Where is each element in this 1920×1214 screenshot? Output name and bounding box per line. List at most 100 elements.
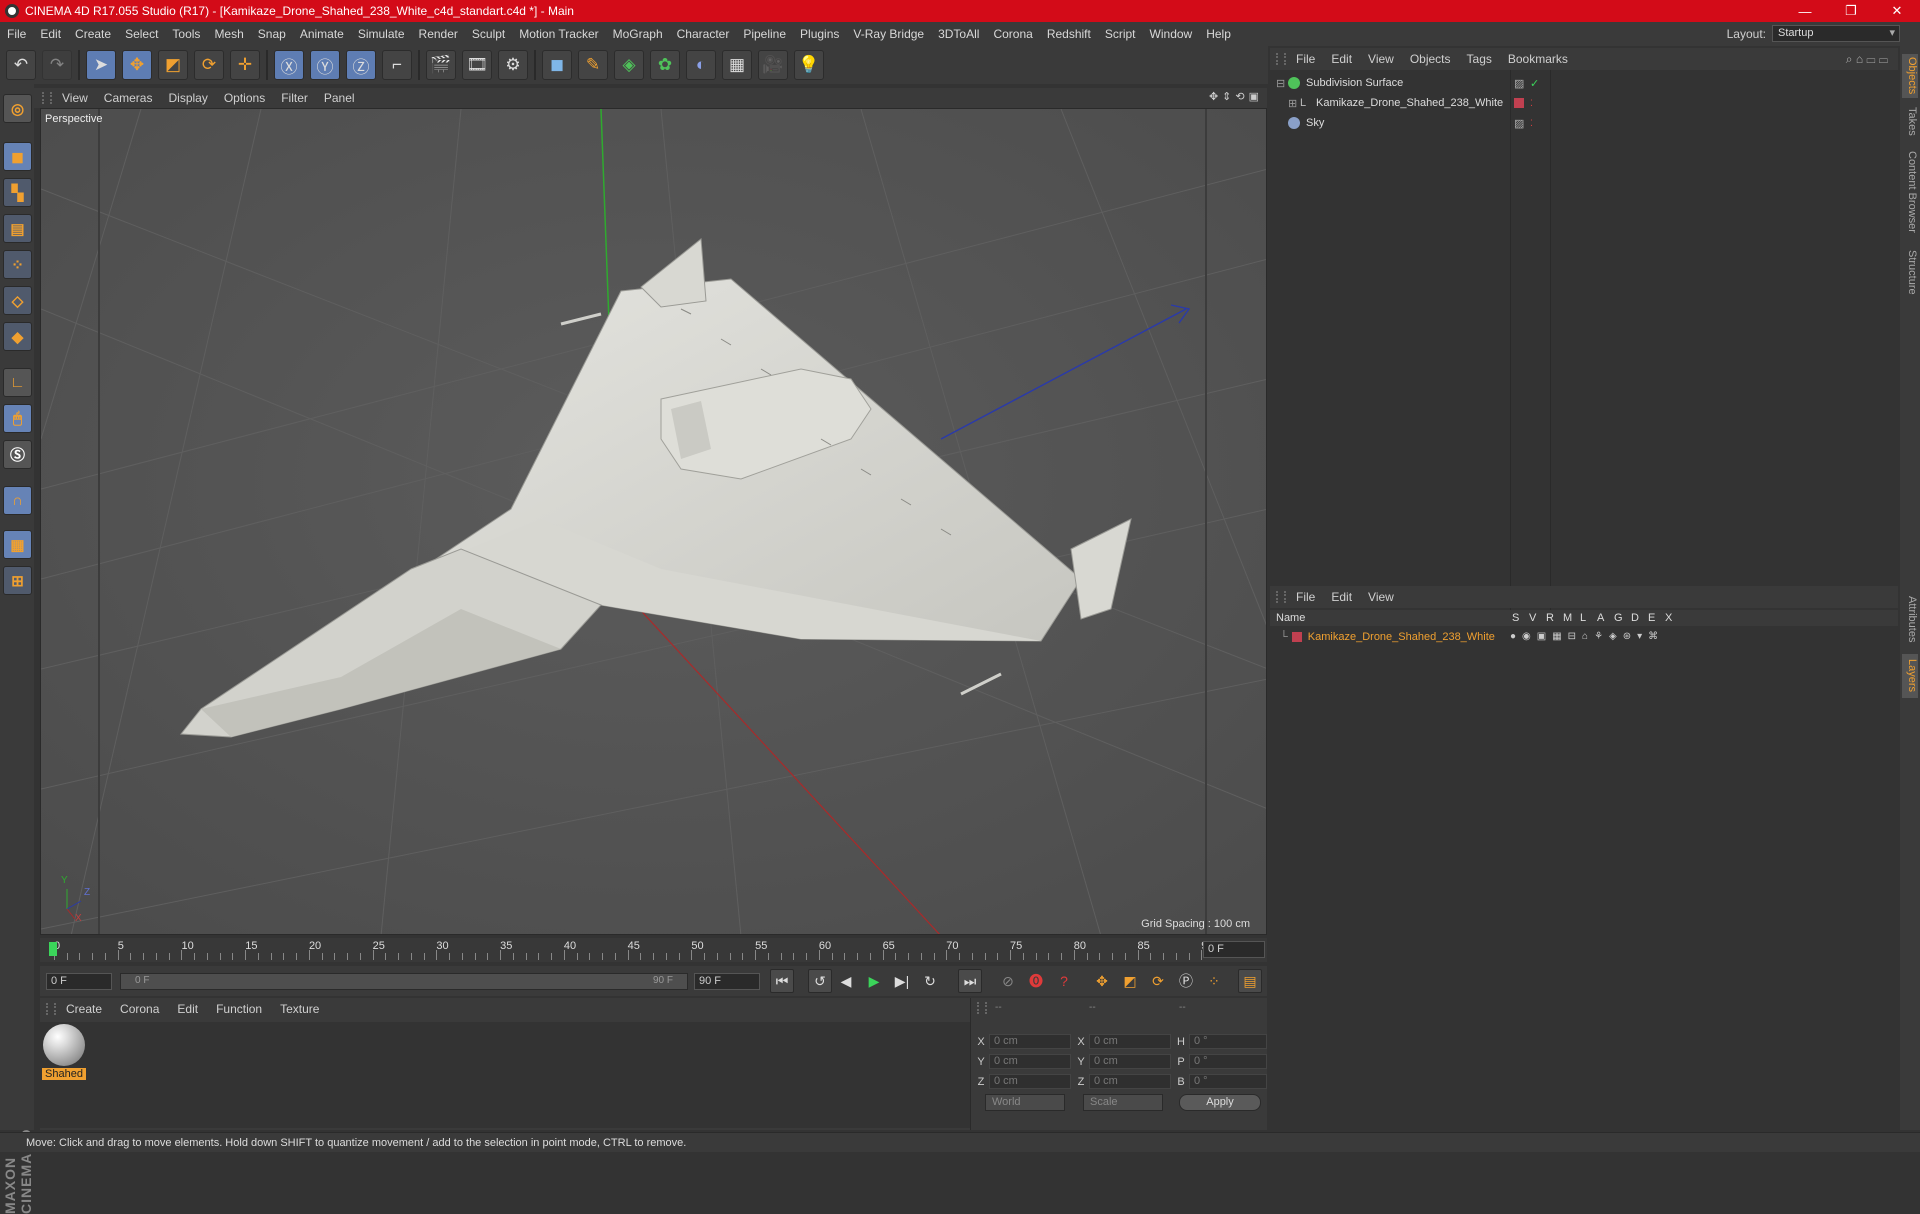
layer-menu-file[interactable]: File	[1296, 590, 1315, 604]
subdivision-icon[interactable]: ◈	[614, 50, 644, 80]
render-settings-icon[interactable]: ⚙	[498, 50, 528, 80]
go-to-start-icon[interactable]: ⏮	[770, 969, 794, 993]
floor-icon[interactable]: ▦	[722, 50, 752, 80]
coordinate-system-icon[interactable]: ⌐	[382, 50, 412, 80]
tab-objects[interactable]: Objects	[1902, 54, 1918, 98]
move-icon[interactable]: ✥	[122, 50, 152, 80]
tab-takes[interactable]: Takes	[1902, 104, 1918, 138]
object-manager-search-icon[interactable]: ⌕ ⌂ ▭ ▭	[1846, 52, 1888, 67]
rotation-p-field[interactable]: 0 °	[1189, 1054, 1267, 1069]
layer-col-view[interactable]: V	[1529, 612, 1536, 624]
tab-structure[interactable]: Structure	[1902, 244, 1918, 300]
rotation-h-field[interactable]: 0 °	[1189, 1034, 1267, 1049]
obj-menu-edit[interactable]: Edit	[1331, 52, 1352, 66]
menu-render[interactable]: Render	[412, 27, 465, 41]
layer-col-solo[interactable]: S	[1512, 612, 1519, 624]
menu-help[interactable]: Help	[1199, 27, 1238, 41]
viewport-menu-filter[interactable]: Filter	[281, 91, 318, 105]
start-frame-field[interactable]: 0 F	[46, 973, 112, 990]
texture-mode-icon[interactable]: ▚	[3, 178, 32, 207]
menu-edit[interactable]: Edit	[33, 27, 68, 41]
record-keys-icon[interactable]: ⊘	[996, 969, 1020, 993]
perspective-viewport[interactable]: Perspective Y Z X Grid Spacing : 100 cm	[40, 108, 1267, 935]
menu-motion-tracker[interactable]: Motion Tracker	[512, 27, 605, 41]
object-row[interactable]: ⊞ L Kamikaze_Drone_Shahed_238_White ⁚	[1270, 94, 1898, 112]
layer-flag-icons[interactable]: ●◉▣▦⊟⌂⚘◈⊛▾⌘	[1510, 631, 1664, 642]
layer-name[interactable]: Kamikaze_Drone_Shahed_238_White	[1308, 631, 1495, 643]
dolly-icon[interactable]: ⇕	[1222, 90, 1231, 103]
restore-button[interactable]: ❐	[1828, 0, 1874, 22]
end-frame-field[interactable]: 90 F	[694, 973, 760, 990]
render-picture-viewer-icon[interactable]: 🎞	[462, 50, 492, 80]
layer-col-generators[interactable]: G	[1614, 612, 1623, 624]
undo-icon[interactable]: ↶	[6, 50, 36, 80]
menu-animate[interactable]: Animate	[293, 27, 351, 41]
menu-vray-bridge[interactable]: V-Ray Bridge	[846, 27, 931, 41]
timeline-ruler[interactable]: 051015202530354045505560657075808590 0 F	[40, 938, 1267, 962]
select-arrow-icon[interactable]: ➤	[86, 50, 116, 80]
z-axis-icon[interactable]: Ⓩ	[346, 50, 376, 80]
axis-mode-icon[interactable]: ∟	[3, 368, 32, 397]
object-row[interactable]: Sky ▨ ⁚	[1270, 114, 1898, 132]
panel-grip[interactable]	[42, 92, 52, 104]
visibility-dots-icon[interactable]: ⁚	[1530, 118, 1533, 129]
tab-attributes[interactable]: Attributes	[1902, 588, 1918, 650]
workplane-icon[interactable]: ▤	[3, 214, 32, 243]
obj-menu-tags[interactable]: Tags	[1467, 52, 1492, 66]
coord-mode-dropdown[interactable]: Scale	[1083, 1094, 1163, 1111]
menu-mograph[interactable]: MoGraph	[606, 27, 670, 41]
previous-frame-icon[interactable]: ◀	[834, 969, 858, 993]
menu-character[interactable]: Character	[670, 27, 737, 41]
camera-icon[interactable]: 🎥	[758, 50, 788, 80]
live-selection-icon[interactable]: ✛	[230, 50, 260, 80]
coord-space-dropdown[interactable]: World	[985, 1094, 1065, 1111]
points-mode-icon[interactable]: ⁘	[3, 250, 32, 279]
position-x-field[interactable]: 0 cm	[989, 1034, 1071, 1049]
key-parameter-icon[interactable]: Ⓟ	[1174, 969, 1198, 993]
close-button[interactable]: ✕	[1874, 0, 1920, 22]
pan-icon[interactable]: ✥	[1209, 90, 1218, 103]
position-z-field[interactable]: 0 cm	[989, 1074, 1071, 1089]
timeline-ticks[interactable]: 051015202530354045505560657075808590	[48, 938, 1214, 962]
layer-col-xref[interactable]: X	[1665, 612, 1672, 624]
menu-create[interactable]: Create	[68, 27, 118, 41]
previous-key-icon[interactable]: ↺	[808, 969, 832, 993]
keyframe-selection-icon[interactable]: ?	[1052, 969, 1076, 993]
mograph-cloner-icon[interactable]: ✿	[650, 50, 680, 80]
menu-redshift[interactable]: Redshift	[1040, 27, 1098, 41]
y-axis-icon[interactable]: Ⓨ	[310, 50, 340, 80]
make-editable-icon[interactable]: ◎	[3, 94, 32, 123]
object-name[interactable]: Subdivision Surface	[1306, 77, 1403, 89]
x-axis-icon[interactable]: Ⓧ	[274, 50, 304, 80]
apply-button[interactable]: Apply	[1179, 1094, 1261, 1111]
layer-tag-icon[interactable]: ▨	[1514, 117, 1524, 130]
edges-mode-icon[interactable]: ◇	[3, 286, 32, 315]
minimize-button[interactable]: —	[1782, 0, 1828, 22]
layer-color-swatch[interactable]	[1514, 98, 1524, 108]
material-swatch[interactable]: Shahed	[42, 1024, 86, 1082]
key-position-icon[interactable]: ✥	[1090, 969, 1114, 993]
current-frame-field[interactable]: 0 F	[1203, 941, 1265, 958]
viewport-menu-display[interactable]: Display	[168, 91, 217, 105]
panel-grip[interactable]	[1276, 591, 1286, 603]
snap-magnet-icon[interactable]: ∩	[3, 486, 32, 515]
layer-col-deformers[interactable]: D	[1631, 612, 1639, 624]
obj-menu-objects[interactable]: Objects	[1410, 52, 1451, 66]
viewport-menu-options[interactable]: Options	[224, 91, 275, 105]
menu-simulate[interactable]: Simulate	[351, 27, 412, 41]
visibility-dots-icon[interactable]: ⁚	[1530, 98, 1533, 109]
viewport-menu-view[interactable]: View	[62, 91, 98, 105]
layout-dropdown[interactable]: Startup	[1772, 25, 1900, 42]
material-menu-function[interactable]: Function	[216, 1002, 262, 1016]
material-menu-corona[interactable]: Corona	[120, 1002, 159, 1016]
panel-grip[interactable]	[46, 1003, 56, 1015]
menu-snap[interactable]: Snap	[251, 27, 293, 41]
play-forward-icon[interactable]: ▶	[862, 969, 886, 993]
light-icon[interactable]: 💡	[794, 50, 824, 80]
obj-menu-bookmarks[interactable]: Bookmarks	[1508, 52, 1568, 66]
viewport-menu-panel[interactable]: Panel	[324, 91, 365, 105]
rotate-icon[interactable]: ⟳	[194, 50, 224, 80]
size-y-field[interactable]: 0 cm	[1089, 1054, 1171, 1069]
menu-3dtoall[interactable]: 3DToAll	[931, 27, 986, 41]
size-z-field[interactable]: 0 cm	[1089, 1074, 1171, 1089]
